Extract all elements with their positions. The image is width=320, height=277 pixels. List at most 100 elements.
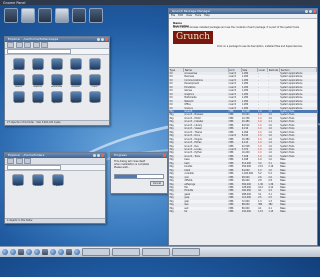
folder-item[interactable]: Web	[87, 91, 102, 105]
folder-label: pics	[55, 185, 61, 188]
table-cell: 1.15	[258, 210, 263, 214]
column-header-remote[interactable]: Remote	[267, 68, 281, 72]
close-button[interactable]	[162, 153, 166, 157]
folder-icon	[70, 58, 81, 69]
folder-item[interactable]: pics	[53, 174, 63, 188]
desktop-icon-5[interactable]	[72, 8, 86, 23]
close-button[interactable]	[312, 9, 316, 13]
folder-label: Multimedia	[50, 85, 63, 88]
reload-button[interactable]	[41, 42, 48, 48]
folder-label: Office	[91, 85, 98, 88]
location-field[interactable]	[7, 48, 71, 54]
minimize-button[interactable]	[92, 153, 97, 157]
taskbar-task-button[interactable]	[112, 248, 140, 256]
table-cell: i386	[228, 210, 234, 214]
desktop-icon-3[interactable]	[38, 8, 52, 23]
folder-item[interactable]: Accessories	[11, 58, 26, 71]
taskbar-launcher-icon[interactable]	[58, 249, 64, 255]
minimize-button[interactable]	[96, 37, 101, 41]
taskbar-launcher-icon[interactable]	[2, 249, 8, 255]
folder-item[interactable]: Games	[11, 75, 26, 88]
folder-label: Web	[92, 102, 97, 105]
folder-item[interactable]: Devel	[68, 58, 83, 71]
description-pane: Name Description Grunch tool to browse i…	[169, 19, 317, 68]
folder-item[interactable]: Settings	[30, 91, 45, 104]
cancel-button[interactable]: Cancel	[149, 180, 164, 187]
folder-item[interactable]: Business	[30, 58, 45, 71]
top-panel-title: Gnome Panel	[3, 0, 26, 5]
desktop-icon-2[interactable]	[21, 8, 35, 23]
folder-label: docs	[15, 185, 21, 188]
home-button[interactable]	[32, 42, 40, 48]
menu-tools[interactable]: Tools	[195, 14, 201, 18]
folder-icon	[70, 75, 81, 86]
up-button[interactable]	[24, 158, 31, 164]
pm-titlebar[interactable]: Grunch Package Manager	[169, 9, 317, 14]
folder-item[interactable]: music	[33, 174, 43, 188]
taskbar-launcher-icon[interactable]	[26, 249, 32, 255]
folder-item[interactable]: Graphics	[30, 75, 45, 88]
dialog-titlebar[interactable]: Progress	[111, 153, 167, 158]
progress-bar	[114, 173, 164, 179]
desktop-icon-1[interactable]	[4, 8, 18, 23]
folder-icon	[89, 58, 100, 69]
folder-icon	[32, 91, 43, 102]
table-row[interactable]: Pkg Grunch - Extras i386 6,144 1.0 1.2 System …	[169, 141, 317, 144]
folder-item[interactable]: Comms	[49, 58, 64, 72]
folder-label: Comms	[52, 69, 61, 72]
maximize-button[interactable]	[96, 153, 101, 157]
folder-icon	[13, 58, 24, 69]
taskbar-task-button[interactable]	[142, 248, 170, 256]
folder-item[interactable]: docs	[13, 174, 23, 188]
folder-item[interactable]: Network	[68, 75, 83, 88]
menu-file[interactable]: File	[171, 14, 175, 18]
folder-label: System	[52, 102, 61, 105]
location-field[interactable]	[7, 164, 61, 170]
taskbar-launcher-icon[interactable]	[42, 249, 48, 255]
back-button[interactable]	[7, 158, 14, 164]
close-button[interactable]	[100, 153, 104, 157]
table-body: Dir Accessories noarch 1,280- - System Applic…	[169, 72, 317, 214]
menu-help[interactable]: Help	[204, 14, 210, 18]
folder-icon	[51, 58, 62, 69]
taskbar-launcher-icon[interactable]	[10, 249, 16, 255]
close-button[interactable]	[104, 37, 108, 41]
table-row[interactable]: Pkg tar i386 192,000 1.15 1.15 Base	[169, 210, 317, 213]
up-button[interactable]	[24, 42, 31, 48]
folder-item[interactable]: System	[49, 91, 64, 105]
forward-button[interactable]	[15, 158, 23, 164]
forward-button[interactable]	[15, 42, 23, 48]
fm2-titlebar[interactable]: Explorer - /home/folders	[5, 153, 105, 158]
desktop-icon-4[interactable]	[55, 8, 69, 23]
maximize-button[interactable]	[308, 9, 313, 13]
menu-view[interactable]: View	[186, 14, 192, 18]
folder-icon	[89, 91, 100, 102]
fm1-titlebar[interactable]: Explorer - /usr/home/folders/apps	[5, 37, 109, 42]
taskbar-launcher-icon[interactable]	[66, 249, 72, 255]
folder-item[interactable]: Science	[11, 91, 26, 104]
folder-item[interactable]: Emulators	[87, 58, 102, 72]
maximize-button[interactable]	[100, 37, 105, 41]
taskbar-launcher-icon[interactable]	[34, 249, 40, 255]
fm2-icon-grid: docs music pics	[5, 171, 105, 192]
menu-edit[interactable]: Edit	[178, 14, 183, 18]
desktop-icon-6[interactable]	[89, 8, 103, 23]
package-table: Type Name Arch Size Local Remote Section Dir Ac…	[169, 68, 317, 214]
taskbar-launcher-icon[interactable]	[18, 249, 24, 255]
folder-item[interactable]: Utilities	[68, 91, 83, 104]
folder-label: Emulators	[89, 69, 100, 72]
minimize-button[interactable]	[304, 9, 309, 13]
table-cell: 192,000	[241, 210, 251, 214]
folder-item[interactable]: Multimedia	[49, 75, 64, 88]
taskbar-task-button[interactable]	[82, 248, 110, 256]
taskbar-task-button[interactable]	[172, 248, 200, 256]
folder-label: Network	[71, 85, 80, 88]
back-button[interactable]	[7, 42, 14, 48]
folder-label: music	[34, 185, 42, 188]
folder-icon	[53, 174, 63, 185]
folder-item[interactable]: Office	[87, 75, 102, 88]
taskbar-launcher-icon[interactable]	[74, 249, 80, 255]
folder-icon	[13, 174, 23, 185]
taskbar-launcher-icon[interactable]	[50, 249, 56, 255]
table-cell: Pkg	[169, 210, 174, 214]
